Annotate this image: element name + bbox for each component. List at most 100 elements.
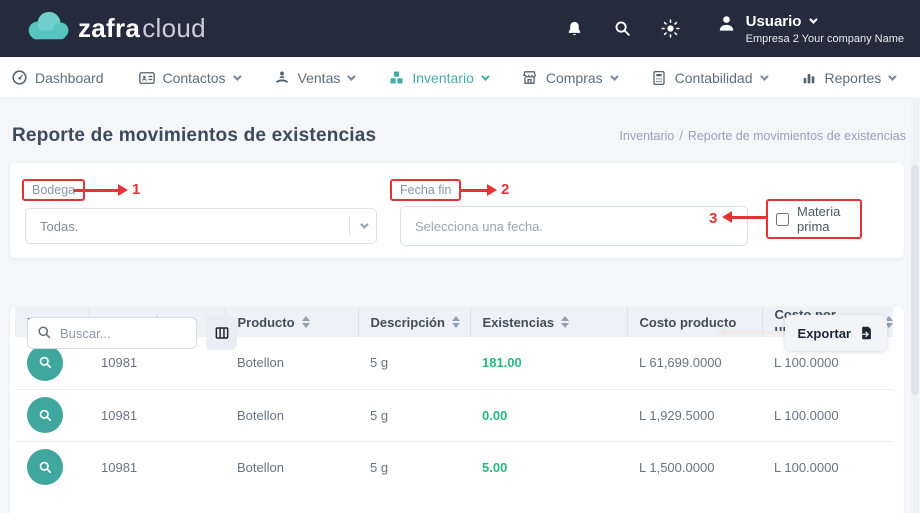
annotation-number-3: 3 bbox=[709, 210, 718, 227]
user-company: Empresa 2 Your company Name bbox=[745, 32, 904, 45]
brightness-sun-icon[interactable] bbox=[661, 19, 681, 39]
table-card: Exportar Historial Código Producto Descr… bbox=[10, 307, 904, 513]
history-search-button[interactable] bbox=[27, 449, 63, 486]
annotation-box-fecha: Fecha fin bbox=[390, 179, 462, 201]
store-icon bbox=[521, 69, 539, 87]
app-window: zafra cloud Usuario Empresa 2 Your compa… bbox=[0, 0, 920, 513]
main-nav: Dashboard Contactos Ventas Inventario Co… bbox=[0, 57, 920, 99]
gauge-icon bbox=[10, 69, 28, 87]
annotation-arrow-3 bbox=[722, 211, 766, 223]
cell-costo-producto: L 1,500.0000 bbox=[627, 440, 762, 493]
inventory-boxes-icon bbox=[387, 69, 405, 87]
col-header-existencias[interactable]: Existencias bbox=[470, 307, 628, 337]
sort-icon[interactable] bbox=[561, 316, 570, 328]
nav-item-compras[interactable]: Compras bbox=[521, 69, 619, 87]
columns-icon bbox=[214, 325, 230, 341]
col-label: Producto bbox=[237, 314, 295, 330]
user-menu[interactable]: Usuario Empresa 2 Your company Name bbox=[717, 13, 904, 45]
col-label: Descripción bbox=[370, 314, 445, 330]
table-search bbox=[27, 317, 197, 349]
nav-item-ventas[interactable]: Ventas bbox=[273, 69, 357, 87]
fecha-fin-input[interactable] bbox=[400, 206, 748, 246]
sales-hand-icon bbox=[273, 69, 291, 87]
scrollbar-thumb[interactable] bbox=[911, 165, 919, 395]
breadcrumb-current: Reporte de movimientos de existencias bbox=[687, 129, 906, 143]
chevron-down-icon bbox=[481, 71, 490, 81]
brand-name-light: cloud bbox=[142, 13, 206, 43]
page-title: Reporte de movimientos de existencias bbox=[12, 125, 377, 146]
export-file-icon bbox=[859, 325, 874, 341]
nav-item-reportes[interactable]: Reportes bbox=[800, 69, 897, 87]
search-icon bbox=[37, 325, 52, 340]
cell-producto: Botellon bbox=[225, 388, 358, 441]
contacts-card-icon bbox=[138, 69, 156, 87]
export-button[interactable]: Exportar bbox=[784, 315, 887, 351]
cell-producto: Botellon bbox=[225, 440, 358, 493]
topbar: zafra cloud Usuario Empresa 2 Your compa… bbox=[0, 0, 920, 57]
chevron-down-icon bbox=[609, 71, 619, 81]
history-search-button[interactable] bbox=[27, 344, 63, 381]
filters-card: Bodega 1 Todas. Fecha fin 2 3 Materia pr… bbox=[10, 163, 904, 258]
nav-item-contabilidad[interactable]: Contabilidad bbox=[650, 69, 769, 87]
search-icon[interactable] bbox=[613, 19, 633, 39]
cell-existencias: 181.00 bbox=[482, 355, 522, 371]
nav-label: Contactos bbox=[162, 69, 226, 86]
chevron-down-icon bbox=[232, 71, 242, 81]
sort-icon[interactable] bbox=[451, 316, 460, 328]
cell-costo-unidad: L 100.0000 bbox=[762, 388, 893, 441]
cell-codigo: 10981 bbox=[89, 440, 225, 493]
nav-label: Compras bbox=[545, 69, 603, 86]
column-toggle-button[interactable] bbox=[206, 316, 237, 350]
notifications-bell-icon[interactable] bbox=[565, 19, 585, 39]
breadcrumb-separator: / bbox=[679, 129, 683, 143]
cell-costo-producto: L 1,929.5000 bbox=[627, 388, 762, 441]
bodega-select[interactable]: Todas. bbox=[25, 208, 377, 244]
col-label: Existencias bbox=[482, 314, 555, 330]
annotation-number-2: 2 bbox=[501, 181, 510, 198]
user-avatar-icon bbox=[717, 14, 737, 34]
cell-producto: Botellon bbox=[237, 355, 284, 371]
nav-item-inventario[interactable]: Inventario bbox=[387, 69, 490, 87]
cell-existencias: 0.00 bbox=[470, 388, 627, 441]
cell-costo-unidad: L 100.0000 bbox=[762, 440, 893, 493]
nav-item-contactos[interactable]: Contactos bbox=[138, 69, 242, 87]
chevron-down-icon bbox=[347, 71, 357, 81]
col-header-descripcion[interactable]: Descripción bbox=[358, 307, 471, 337]
table-row: 10981 Botellon 5 g 5.00 L 1,500.0000 L 1… bbox=[15, 440, 893, 493]
topbar-actions: Usuario Empresa 2 Your company Name bbox=[565, 13, 904, 45]
history-search-button[interactable] bbox=[27, 397, 63, 433]
breadcrumb-parent[interactable]: Inventario bbox=[619, 129, 674, 143]
nav-label: Contabilidad bbox=[674, 69, 753, 86]
title-row: Reporte de movimientos de existencias In… bbox=[0, 99, 920, 147]
select-divider bbox=[349, 216, 350, 236]
bodega-label: Bodega bbox=[32, 183, 76, 197]
nav-label: Reportes bbox=[824, 69, 882, 86]
nav-item-dashboard[interactable]: Dashboard bbox=[10, 69, 104, 87]
user-text: Usuario Empresa 2 Your company Name bbox=[746, 13, 904, 45]
sort-icon[interactable] bbox=[301, 316, 310, 328]
col-header-producto[interactable]: Producto bbox=[225, 307, 359, 337]
chevron-down-icon bbox=[759, 71, 769, 81]
cell-existencias: 5.00 bbox=[470, 440, 627, 493]
annotation-arrow-1 bbox=[74, 184, 128, 196]
chevron-down-icon bbox=[360, 220, 369, 229]
table-row: 10981 Botellon 5 g 0.00 L 1,929.5000 L 1… bbox=[15, 388, 893, 441]
chevron-down-icon bbox=[809, 15, 819, 24]
cell-costo-producto: L 61,699.0000 bbox=[639, 355, 722, 371]
calculator-icon bbox=[650, 69, 668, 87]
export-label: Exportar bbox=[797, 325, 851, 341]
breadcrumb: Inventario / Reporte de movimientos de exi… bbox=[619, 129, 906, 143]
cloud-logo-icon bbox=[26, 11, 72, 46]
nav-label: Inventario bbox=[412, 69, 474, 86]
nav-label: Dashboard bbox=[35, 69, 104, 86]
brand-logo[interactable]: zafra cloud bbox=[26, 11, 206, 46]
cell-descripcion: 5 g bbox=[358, 388, 470, 441]
fecha-fin-label: Fecha fin bbox=[400, 183, 452, 197]
search-input[interactable] bbox=[27, 317, 197, 349]
nav-label: Ventas bbox=[297, 69, 341, 86]
cell-descripcion: 5 g bbox=[370, 355, 389, 371]
bodega-selected-value: Todas. bbox=[40, 218, 79, 234]
materia-prima-label[interactable]: Materia prima bbox=[797, 204, 852, 234]
brand-name-bold: zafra bbox=[78, 13, 141, 43]
materia-prima-checkbox[interactable] bbox=[776, 211, 789, 227]
